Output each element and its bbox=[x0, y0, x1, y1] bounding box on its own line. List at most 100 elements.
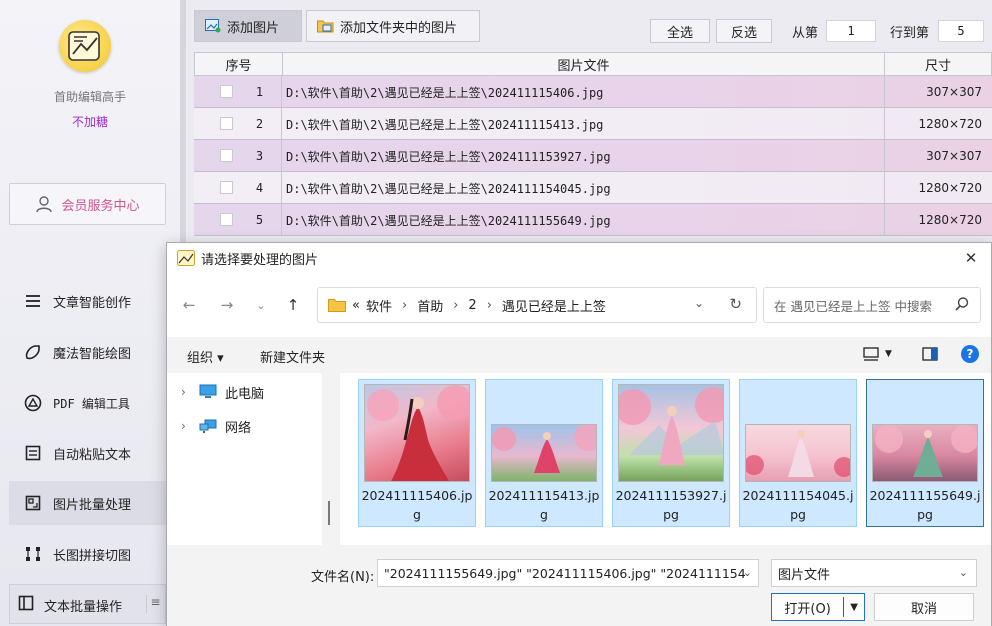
sidebar-item-pdf[interactable]: PDF 编辑工具 bbox=[9, 381, 166, 425]
file-name: 202411115406.jpg bbox=[361, 488, 473, 522]
sidebar-item-label: PDF 编辑工具 bbox=[53, 396, 130, 411]
file-open-dialog: 请选择要处理的图片 ✕ ← → ⌄ ↑ « 软件 › 首助 › 2 › 遇见已经… bbox=[166, 242, 992, 626]
add-image-button[interactable]: 添加图片 bbox=[194, 10, 302, 42]
select-all-button[interactable]: 全选 bbox=[650, 19, 710, 43]
from-label: 从第 bbox=[792, 25, 819, 41]
refresh-icon[interactable]: ↻ bbox=[729, 295, 742, 313]
row-size: 307×307 bbox=[884, 76, 992, 108]
sidebar-item-draw[interactable]: 魔法智能绘图 bbox=[9, 330, 166, 374]
app-name: 首助编辑高手 bbox=[53, 90, 126, 104]
app-logo-icon bbox=[59, 20, 111, 72]
to-row-input[interactable]: 5 bbox=[938, 20, 984, 42]
tree-item-label: 网络 bbox=[225, 420, 252, 436]
row-checkbox[interactable] bbox=[220, 213, 233, 226]
row-checkbox[interactable] bbox=[220, 117, 233, 130]
filename-input[interactable]: "2024111155649.jpg" "202411115406.jpg" "… bbox=[377, 559, 759, 587]
help-icon[interactable]: ? bbox=[961, 345, 979, 363]
breadcrumb-item[interactable]: 遇见已经是上上签 bbox=[502, 296, 606, 315]
navigation-tree: › 此电脑 › 网络 bbox=[167, 373, 322, 545]
breadcrumb-item[interactable]: 首助 bbox=[417, 296, 443, 315]
filename-dropdown-icon[interactable]: ⌄ bbox=[743, 566, 752, 579]
row-size: 1280×720 bbox=[884, 204, 992, 236]
forward-arrow-icon[interactable]: → bbox=[217, 295, 237, 315]
breadcrumb-item[interactable]: 软件 bbox=[366, 296, 392, 315]
tree-item-label: 此电脑 bbox=[225, 386, 265, 402]
row-path: D:\软件\首助\2\遇见已经是上上签\202411115406.jpg bbox=[286, 85, 604, 100]
file-thumbnail[interactable]: 202411115413.jpg bbox=[485, 379, 603, 527]
pdf-tool-icon bbox=[23, 393, 43, 413]
file-grid: 202411115406.jpg 202411115413.jpg 202411… bbox=[340, 373, 991, 545]
tree-item-network[interactable]: › 网络 bbox=[181, 415, 251, 437]
invert-selection-button[interactable]: 反选 bbox=[716, 19, 772, 43]
row-path: D:\软件\首助\2\遇见已经是上上签\2024111155649.jpg bbox=[286, 213, 611, 228]
preview-pane-icon[interactable] bbox=[922, 347, 938, 365]
row-index: 1 bbox=[238, 76, 282, 108]
dialog-nav-bar: ← → ⌄ ↑ « 软件 › 首助 › 2 › 遇见已经是上上签 ⌄ ↻ 在 遇… bbox=[167, 273, 991, 337]
breadcrumb-overflow[interactable]: « bbox=[352, 298, 360, 313]
address-dropdown-icon[interactable]: ⌄ bbox=[694, 296, 704, 310]
thumbnail-image bbox=[745, 424, 851, 482]
new-folder-button[interactable]: 新建文件夹 bbox=[260, 347, 325, 366]
sidebar-item-paste[interactable]: 自动粘贴文本 bbox=[9, 431, 166, 475]
search-input[interactable]: 在 遇见已经是上上签 中搜索 bbox=[763, 287, 981, 323]
file-thumbnail[interactable]: 2024111154045.jpg bbox=[739, 379, 857, 527]
close-icon[interactable]: ✕ bbox=[961, 248, 981, 268]
from-row-input[interactable]: 1 bbox=[826, 20, 876, 42]
breadcrumb-item[interactable]: 2 bbox=[468, 298, 476, 313]
collapse-menu-icon[interactable]: ≡ bbox=[146, 595, 164, 613]
member-center-button[interactable]: 会员服务中心 bbox=[9, 183, 166, 225]
address-bar[interactable]: « 软件 › 首助 › 2 › 遇见已经是上上签 ⌄ ↻ bbox=[317, 287, 757, 323]
table-row[interactable]: 4 D:\软件\首助\2\遇见已经是上上签\2024111154045.jpg … bbox=[194, 172, 992, 204]
breadcrumb-separator-icon: › bbox=[486, 297, 492, 313]
add-image-icon bbox=[205, 19, 221, 33]
add-folder-button[interactable]: 添加文件夹中的图片 bbox=[306, 10, 480, 42]
row-checkbox[interactable] bbox=[220, 85, 233, 98]
sidebar-item-long-image[interactable]: 长图拼接切图 bbox=[9, 532, 166, 576]
menu-lines-icon bbox=[23, 291, 43, 311]
open-dropdown-icon[interactable]: ▼ bbox=[844, 602, 864, 613]
table-row[interactable]: 2 D:\软件\首助\2\遇见已经是上上签\202411115413.jpg 1… bbox=[194, 108, 992, 140]
dialog-title-bar: 请选择要处理的图片 ✕ bbox=[167, 243, 991, 273]
organize-menu[interactable]: 组织 ▾ bbox=[187, 347, 224, 366]
column-header-index[interactable]: 序号 bbox=[195, 53, 283, 75]
row-checkbox[interactable] bbox=[220, 149, 233, 162]
member-center-label: 会员服务中心 bbox=[61, 198, 140, 214]
file-thumbnail[interactable]: 202411115406.jpg bbox=[358, 379, 476, 527]
column-header-file[interactable]: 图片文件 bbox=[283, 53, 885, 75]
recent-chevron-icon[interactable]: ⌄ bbox=[251, 295, 271, 315]
row-index: 5 bbox=[238, 204, 282, 236]
expand-chevron-icon[interactable]: › bbox=[181, 419, 191, 433]
view-mode-icon[interactable]: ▼ bbox=[863, 347, 892, 361]
file-name: 2024111154045.jpg bbox=[742, 488, 854, 522]
sidebar-item-article[interactable]: 文章智能创作 bbox=[9, 279, 166, 323]
table-row[interactable]: 3 D:\软件\首助\2\遇见已经是上上签\2024111153927.jpg … bbox=[194, 140, 992, 172]
folder-image-icon bbox=[317, 20, 334, 33]
column-header-size[interactable]: 尺寸 bbox=[885, 53, 991, 75]
add-folder-label: 添加文件夹中的图片 bbox=[340, 20, 458, 36]
row-checkbox[interactable] bbox=[220, 181, 233, 194]
open-label: 打开(O) bbox=[784, 601, 831, 617]
breadcrumb-separator-icon: › bbox=[401, 297, 408, 313]
add-image-label: 添加图片 bbox=[227, 20, 280, 36]
network-icon bbox=[199, 419, 217, 433]
up-arrow-icon[interactable]: ↑ bbox=[283, 295, 303, 315]
row-size: 307×307 bbox=[884, 140, 992, 172]
tree-scrollbar[interactable] bbox=[328, 501, 330, 525]
sidebar-item-text-batch[interactable]: 文本批量操作 ≡ bbox=[9, 584, 166, 624]
table-row[interactable]: 5 D:\软件\首助\2\遇见已经是上上签\2024111155649.jpg … bbox=[194, 204, 992, 236]
folder-icon bbox=[328, 299, 346, 312]
sidebar-item-image-batch[interactable]: 图片批量处理 bbox=[9, 481, 166, 525]
open-button[interactable]: 打开(O) ▼ bbox=[771, 593, 865, 621]
table-row[interactable]: 1 D:\软件\首助\2\遇见已经是上上签\202411115406.jpg 3… bbox=[194, 76, 992, 108]
row-path: D:\软件\首助\2\遇见已经是上上签\2024111153927.jpg bbox=[286, 149, 611, 164]
file-thumbnail[interactable]: 2024111155649.jpg bbox=[866, 379, 984, 527]
expand-chevron-icon[interactable]: › bbox=[181, 385, 191, 399]
file-thumbnail[interactable]: 2024111153927.jpg bbox=[612, 379, 730, 527]
row-size: 1280×720 bbox=[884, 172, 992, 204]
tree-item-this-pc[interactable]: › 此电脑 bbox=[181, 381, 264, 403]
file-type-select[interactable]: 图片文件 ⌄ bbox=[771, 559, 977, 587]
cancel-button[interactable]: 取消 bbox=[874, 593, 974, 621]
file-type-dropdown-icon[interactable]: ⌄ bbox=[959, 566, 968, 579]
dialog-command-bar: 组织 ▾ 新建文件夹 ▼ ? bbox=[167, 337, 991, 373]
back-arrow-icon[interactable]: ← bbox=[179, 295, 199, 315]
